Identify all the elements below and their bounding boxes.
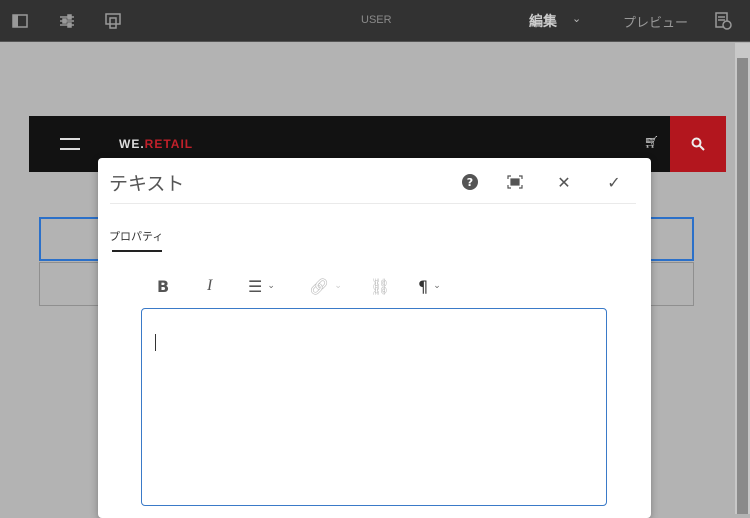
properties-sliders-icon[interactable] [57,11,77,31]
unlink-button[interactable]: ⛓︎ [370,276,390,296]
fullscreen-icon[interactable] [505,172,525,192]
hamburger-menu-icon[interactable] [60,138,80,150]
italic-icon: I [207,277,213,294]
logo-we: WE. [119,137,145,151]
confirm-check-icon[interactable]: ✓ [604,172,624,192]
search-icon [691,137,705,151]
paragraph-icon: ¶ [418,276,429,296]
paragraph-format-button[interactable]: ¶ ⌄ [418,276,441,296]
top-toolbar: USER 編集 ⌄ プレビュー [0,0,750,42]
chevron-down-icon: ⌄ [433,281,441,291]
text-caret [155,334,156,351]
mode-edit-dropdown[interactable]: 編集 [529,11,557,31]
logo-retail: RETAIL [144,137,194,151]
cart-icon[interactable]: 🛒︎ [644,135,659,149]
emulator-device-icon[interactable] [103,11,123,31]
link-dropdown-button[interactable]: 🔗︎ ⌄ [309,276,342,296]
divider [110,203,636,204]
bold-button[interactable]: B [157,276,169,296]
dialog-title: テキスト [109,173,185,195]
list-icon: ☰ [248,276,263,296]
svg-text:?: ? [467,176,473,189]
scrollbar-thumb[interactable] [737,58,748,514]
list-dropdown-button[interactable]: ☰ ⌄ [248,276,275,296]
help-icon[interactable]: ? [460,172,480,192]
page-info-icon[interactable] [713,11,733,31]
preview-button[interactable]: プレビュー [623,12,688,31]
unlink-icon: ⛓︎ [370,276,391,296]
close-icon[interactable]: ✕ [554,172,574,192]
chevron-down-icon[interactable]: ⌄ [572,12,581,25]
tab-properties[interactable]: プロパティ [109,228,163,244]
chevron-down-icon: ⌄ [267,281,275,291]
link-icon: 🔗︎ [309,276,330,296]
bold-icon: B [157,276,170,296]
rich-text-editor[interactable] [141,308,607,506]
site-logo[interactable]: WE.RETAIL [119,137,193,151]
text-edit-dialog: テキスト ? ✕ ✓ プロパティ B I ☰ ⌄ 🔗︎ ⌄ ⛓︎ ¶ ⌄ [98,158,651,518]
chevron-down-icon: ⌄ [334,281,342,291]
search-button[interactable] [670,116,726,172]
italic-button[interactable]: I [207,276,212,296]
side-panel-icon[interactable] [10,11,30,31]
active-tab-indicator [112,250,162,252]
user-label: USER [361,14,392,26]
